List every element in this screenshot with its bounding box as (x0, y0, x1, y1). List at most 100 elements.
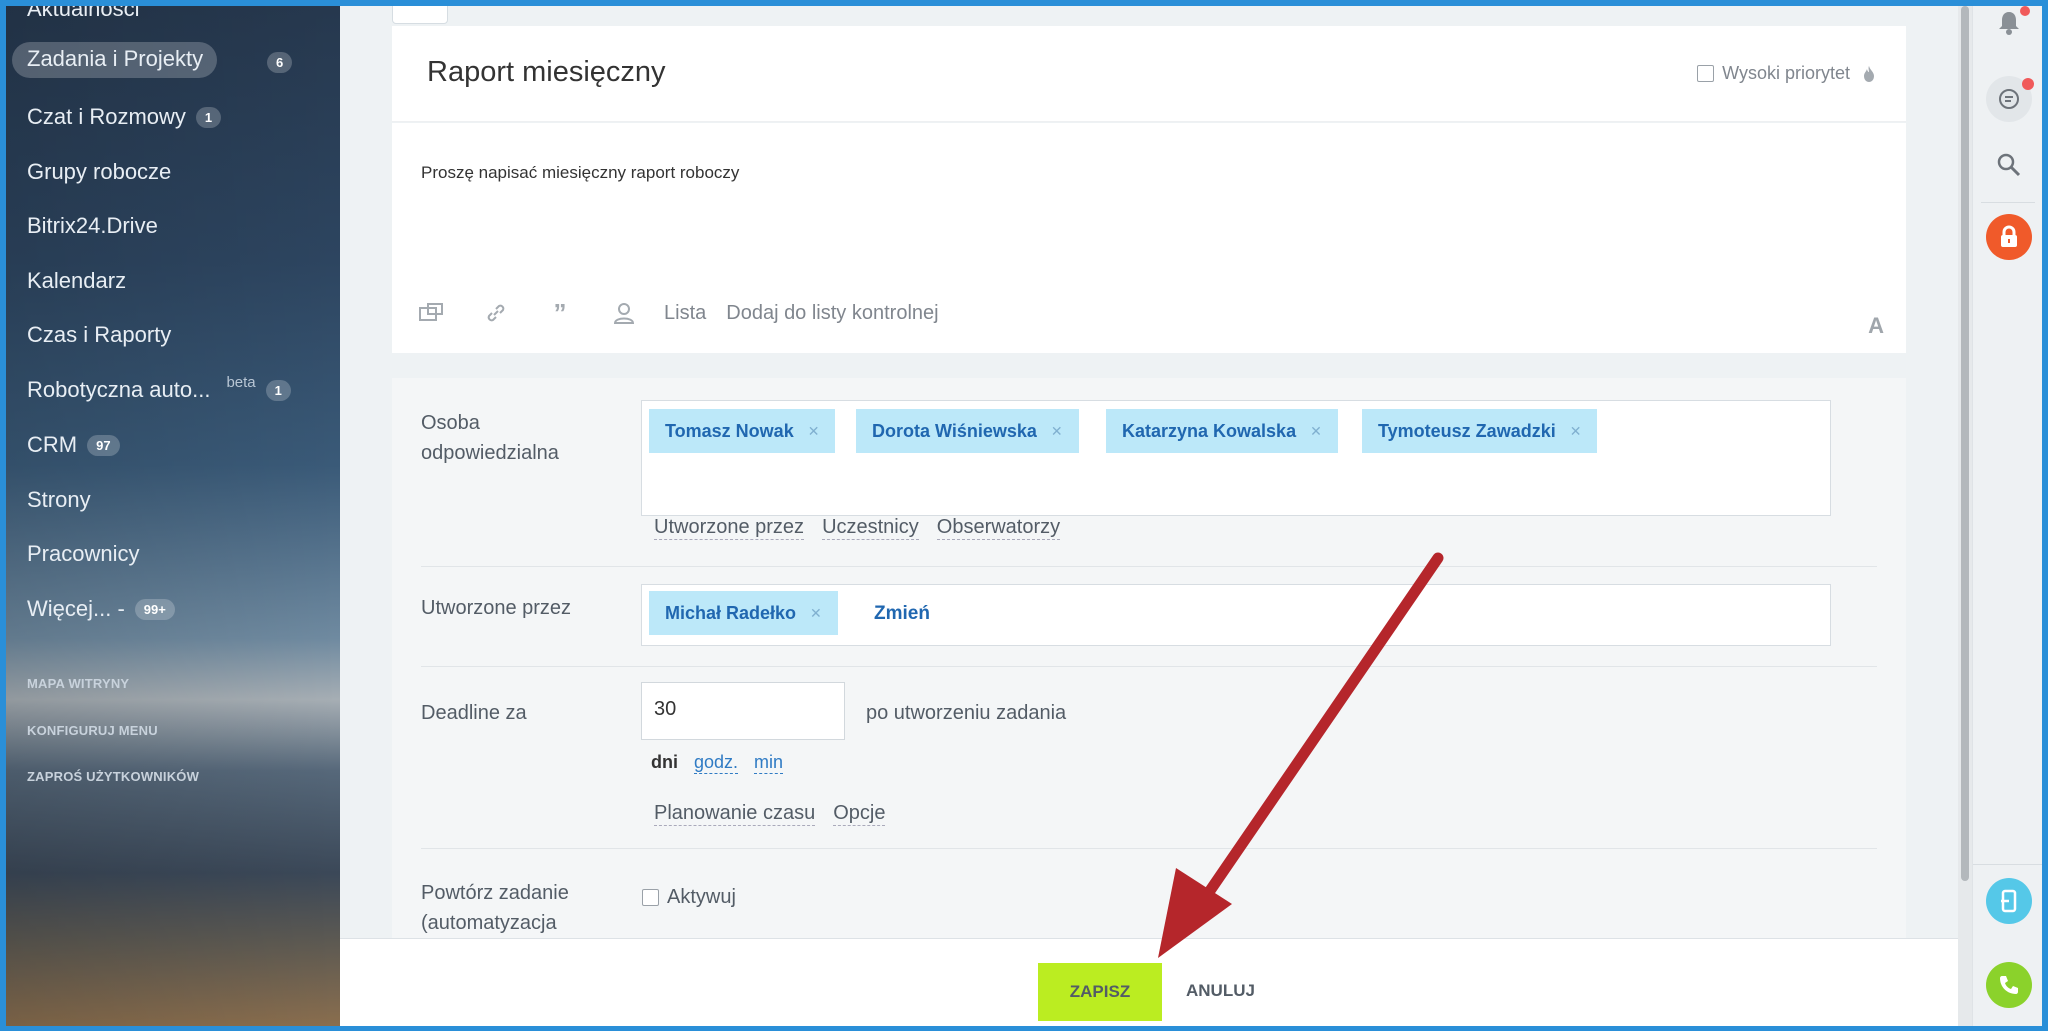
divider (1981, 202, 2035, 203)
remove-icon[interactable]: ✕ (808, 423, 820, 440)
options-link[interactable]: Opcje (833, 802, 886, 826)
repeat-label-line2: (automatyzacja (421, 912, 557, 934)
sidebar-item-more[interactable]: Więcej... - 99+ (27, 596, 175, 622)
responsible-field[interactable]: Tomasz Nowak ✕ Dorota Wiśniewska ✕ Katarzy… (641, 400, 1831, 516)
participants-link[interactable]: Uczestnicy (822, 516, 919, 540)
phone-icon[interactable] (1986, 962, 2032, 1008)
divider (421, 848, 1877, 849)
sidebar-item-label: Robotyczna auto... (27, 377, 211, 402)
divider (1973, 864, 2042, 865)
search-icon[interactable] (1986, 142, 2032, 188)
observers-link[interactable]: Obserwatorzy (936, 516, 1061, 540)
configure-menu-link[interactable]: KONFIGURUJ MENU (27, 723, 158, 738)
title-card: Raport miesięczny Wysoki priorytet (392, 26, 1906, 122)
repeat-label-line1: Powtórz zadanie (421, 882, 569, 904)
chat-icon[interactable] (1986, 76, 2034, 122)
mention-icon[interactable] (610, 301, 638, 325)
count-badge: 1 (265, 379, 291, 401)
save-button[interactable]: ZAPISZ (1038, 963, 1162, 1021)
priority-checkbox[interactable] (1697, 65, 1715, 82)
assignee-name: Dorota Wiśniewska (872, 420, 1037, 441)
unit-minutes[interactable]: min (754, 752, 784, 774)
sidebar-item-calendar[interactable]: Kalendarz (27, 268, 126, 294)
responsible-label: Osoba odpowiedzialna (421, 408, 559, 468)
creator-name: Michał Radełko (665, 602, 797, 623)
cancel-button[interactable]: ANULUJ (1186, 981, 1255, 1001)
assignee-name: Tymoteusz Zawadzki (1378, 420, 1556, 441)
right-panel (1972, 6, 2042, 1026)
priority-label: Wysoki priorytet (1722, 63, 1850, 83)
task-description[interactable]: Proszę napisać miesięczny raport roboczy (421, 163, 739, 183)
creator-tag[interactable]: Michał Radełko ✕ (649, 591, 838, 635)
sidebar-item-chat[interactable]: Czat i Rozmowy 1 (27, 104, 222, 130)
quote-icon[interactable]: ” (546, 298, 574, 328)
sidebar-item-label: Kalendarz (27, 268, 127, 293)
deadline-links: Planowanie czasu Opcje (654, 802, 903, 826)
divider (421, 666, 1877, 667)
task-form-area: Raport miesięczny Wysoki priorytet Prosz… (340, 6, 1958, 1026)
sidebar-item-label: Grupy robocze (27, 159, 172, 184)
sidebar-item-tasks[interactable]: Zadania i Projekty 6 (12, 42, 293, 78)
deadline-label: Deadline za (421, 702, 527, 724)
beta-label: beta (226, 373, 256, 391)
sidebar-item-drive[interactable]: Bitrix24.Drive (27, 213, 158, 239)
deadline-units: dni godz. min (651, 752, 799, 774)
sidebar-item-automation[interactable]: Robotyczna auto... beta 1 (27, 373, 291, 403)
created-by-link[interactable]: Utworzone przez (654, 516, 805, 540)
deadline-input[interactable]: 30 (641, 682, 845, 740)
unit-hours[interactable]: godz. (694, 752, 739, 774)
scrollbar-thumb[interactable] (1961, 6, 1969, 881)
site-map-link[interactable]: MAPA WITRYNY (27, 676, 129, 691)
assignee-tag[interactable]: Katarzyna Kowalska ✕ (1106, 409, 1338, 453)
remove-icon[interactable]: ✕ (1570, 423, 1582, 440)
sidebar-item-time[interactable]: Czas i Raporty (27, 322, 171, 348)
task-title[interactable]: Raport miesięczny (427, 56, 666, 89)
attach-icon[interactable] (418, 301, 446, 325)
assignee-tag[interactable]: Dorota Wiśniewska ✕ (856, 409, 1079, 453)
sidebar-item-label: Czas i Raporty (27, 322, 172, 347)
activate-repeat-option[interactable]: Aktywuj (642, 886, 736, 909)
sidebar-item-sites[interactable]: Strony (27, 487, 91, 513)
repeat-label: Powtórz zadanie (automatyzacja (421, 878, 569, 938)
top-tab[interactable] (392, 6, 448, 24)
remove-icon[interactable]: ✕ (1051, 423, 1063, 440)
activate-checkbox[interactable] (642, 889, 659, 906)
assignee-tag[interactable]: Tomasz Nowak ✕ (649, 409, 836, 453)
sidebar-item-crm[interactable]: CRM 97 (27, 432, 120, 458)
created-by-field[interactable]: Michał Radełko ✕ Zmień (641, 584, 1831, 646)
form-card: Osoba odpowiedzialna Tomasz Nowak ✕ Dorot… (392, 378, 1906, 938)
sidebar-item-label: Pracownicy (27, 541, 140, 566)
divider (421, 566, 1877, 567)
invite-users-link[interactable]: ZAPROŚ UŻYTKOWNIKÓW (27, 769, 199, 784)
scrollbar[interactable] (1958, 6, 1972, 1026)
bell-icon[interactable] (1986, 6, 2032, 46)
app-frame: Aktualności Zadania i Projekty 6 Czat i … (6, 6, 2042, 1026)
notification-dot (2020, 6, 2030, 16)
unit-days[interactable]: dni (651, 752, 678, 774)
lock-icon[interactable] (1986, 214, 2032, 260)
sidebar-item-groups[interactable]: Grupy robocze (27, 159, 171, 185)
assignee-name: Tomasz Nowak (665, 420, 794, 441)
change-creator-link[interactable]: Zmień (874, 603, 930, 625)
sidebar-item-news[interactable]: Aktualności (27, 6, 140, 22)
sidebar-item-label: Aktualności (27, 6, 140, 21)
count-badge: 97 (87, 434, 120, 456)
time-planning-link[interactable]: Planowanie czasu (654, 802, 816, 826)
deadline-suffix: po utworzeniu zadania (866, 702, 1067, 724)
remove-icon[interactable]: ✕ (810, 605, 822, 622)
sidebar-item-employees[interactable]: Pracownicy (27, 541, 139, 567)
add-checklist-button[interactable]: Dodaj do listy kontrolnej (726, 302, 938, 325)
link-icon[interactable] (482, 301, 510, 325)
sidebar-item-label: Bitrix24.Drive (27, 213, 158, 238)
mobile-icon[interactable] (1986, 878, 2032, 924)
remove-icon[interactable]: ✕ (1310, 423, 1322, 440)
high-priority-option[interactable]: Wysoki priorytet (1697, 63, 1876, 84)
sidebar-item-label: Strony (27, 487, 91, 512)
assignee-tag[interactable]: Tymoteusz Zawadzki ✕ (1362, 409, 1598, 453)
font-format-icon[interactable]: A (1868, 313, 1884, 339)
notification-dot (2022, 78, 2034, 90)
list-button[interactable]: Lista (664, 302, 706, 325)
sidebar-item-label: Więcej... - (27, 596, 125, 621)
count-badge: 6 (267, 52, 293, 73)
editor-toolbar: ” Lista Dodaj do listy kontrolnej (418, 298, 959, 328)
